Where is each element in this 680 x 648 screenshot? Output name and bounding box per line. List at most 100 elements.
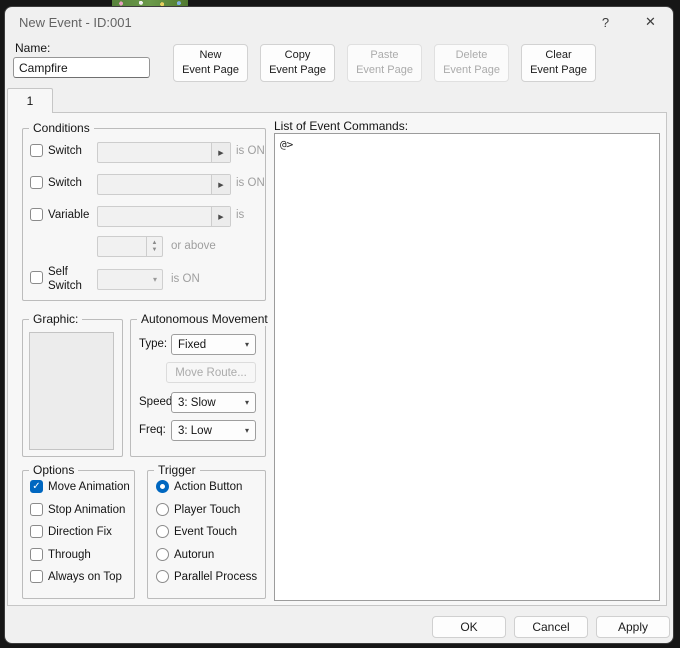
- variable-field: ▶: [97, 206, 231, 227]
- speed-value: 3: Slow: [178, 396, 216, 409]
- autonomous-movement-group: Autonomous Movement Type: Fixed ▾ Move R…: [130, 312, 272, 457]
- self-switch-checkbox-row: Self Switch: [30, 265, 92, 294]
- help-button[interactable]: ?: [583, 7, 628, 37]
- player-touch-radio[interactable]: [156, 503, 169, 516]
- conditions-title: Conditions: [29, 121, 94, 135]
- variable-browse-icon: ▶: [211, 207, 230, 226]
- paste-event-page-button: Paste Event Page: [347, 44, 422, 82]
- freq-label: Freq:: [139, 424, 166, 436]
- variable-label: Variable: [48, 208, 90, 221]
- new-event-dialog: New Event - ID:001 ? ✕ Name: New Event P…: [4, 6, 674, 644]
- type-value: Fixed: [178, 338, 207, 351]
- trigger-group: Trigger Action Button Player Touch Event…: [147, 463, 266, 599]
- delete-event-page-button: Delete Event Page: [434, 44, 509, 82]
- type-select[interactable]: Fixed ▾: [171, 334, 256, 355]
- graphic-group: Graphic:: [22, 312, 123, 457]
- spinner-arrows-icon: ▲ ▼: [146, 237, 162, 256]
- chevron-down-icon: ▾: [244, 426, 249, 435]
- options-title: Options: [29, 463, 79, 477]
- trigger-player-touch[interactable]: Player Touch: [156, 503, 240, 516]
- name-input[interactable]: [13, 57, 150, 78]
- trigger-title: Trigger: [154, 463, 200, 477]
- freq-select[interactable]: 3: Low ▾: [171, 420, 256, 441]
- switch2-field: ▶: [97, 174, 231, 195]
- switch1-checkbox-row: Switch: [30, 144, 82, 157]
- chevron-down-icon: ▾: [152, 275, 157, 284]
- name-label: Name:: [15, 41, 51, 55]
- speed-select[interactable]: 3: Slow ▾: [171, 392, 256, 413]
- option-label: Always on Top: [48, 570, 122, 583]
- switch2-checkbox-row: Switch: [30, 176, 82, 189]
- options-group: Options Move Animation Stop Animation Di…: [22, 463, 135, 599]
- option-label: Stop Animation: [48, 503, 126, 516]
- self-switch-select: ▾: [97, 269, 163, 290]
- autorun-radio[interactable]: [156, 548, 169, 561]
- event-commands-list[interactable]: @>: [274, 133, 660, 601]
- parallel-process-radio[interactable]: [156, 570, 169, 583]
- trigger-action-button[interactable]: Action Button: [156, 480, 242, 493]
- graphic-title: Graphic:: [29, 312, 83, 326]
- trigger-label: Event Touch: [174, 525, 238, 538]
- switch2-label: Switch: [48, 176, 82, 189]
- movement-title: Autonomous Movement: [137, 312, 272, 326]
- variable-value-suffix: or above: [171, 240, 216, 252]
- switch1-checkbox[interactable]: [30, 144, 43, 157]
- clear-event-page-button[interactable]: Clear Event Page: [521, 44, 596, 82]
- option-label: Move Animation: [48, 480, 130, 493]
- switch1-field: ▶: [97, 142, 231, 163]
- copy-event-page-button[interactable]: Copy Event Page: [260, 44, 335, 82]
- variable-suffix: is: [236, 209, 245, 221]
- trigger-label: Parallel Process: [174, 570, 258, 583]
- switch1-suffix: is ON: [236, 145, 265, 157]
- chevron-down-icon: ▾: [244, 398, 249, 407]
- direction-fix-checkbox[interactable]: [30, 525, 43, 538]
- option-label: Through: [48, 548, 91, 561]
- switch2-suffix: is ON: [236, 177, 265, 189]
- stop-animation-checkbox[interactable]: [30, 503, 43, 516]
- command-line[interactable]: @>: [275, 134, 659, 155]
- ok-button[interactable]: OK: [432, 616, 506, 638]
- switch1-label: Switch: [48, 144, 82, 157]
- option-through[interactable]: Through: [30, 548, 91, 561]
- freq-value: 3: Low: [178, 424, 212, 437]
- always-on-top-checkbox[interactable]: [30, 570, 43, 583]
- graphic-preview-box[interactable]: [29, 332, 114, 450]
- variable-checkbox-row: Variable: [30, 208, 89, 221]
- variable-value-spinner: ▲ ▼: [97, 236, 163, 257]
- move-animation-checkbox[interactable]: [30, 480, 43, 493]
- titlebar-buttons: ? ✕: [583, 7, 673, 37]
- event-touch-radio[interactable]: [156, 525, 169, 538]
- switch2-checkbox[interactable]: [30, 176, 43, 189]
- switch2-browse-icon: ▶: [211, 175, 230, 194]
- trigger-label: Action Button: [174, 480, 243, 493]
- variable-checkbox[interactable]: [30, 208, 43, 221]
- trigger-autorun[interactable]: Autorun: [156, 548, 214, 561]
- option-always-on-top[interactable]: Always on Top: [30, 570, 122, 583]
- close-button[interactable]: ✕: [628, 7, 673, 37]
- footer-buttons: OK Cancel Apply: [432, 616, 670, 638]
- self-switch-suffix: is ON: [171, 273, 200, 285]
- titlebar[interactable]: New Event - ID:001 ? ✕: [5, 7, 673, 37]
- event-page-panel: Conditions Switch ▶ is ON Switch ▶ is ON…: [7, 112, 667, 606]
- option-stop-animation[interactable]: Stop Animation: [30, 503, 125, 516]
- trigger-parallel-process[interactable]: Parallel Process: [156, 570, 257, 583]
- option-label: Direction Fix: [48, 525, 112, 538]
- through-checkbox[interactable]: [30, 548, 43, 561]
- new-event-page-button[interactable]: New Event Page: [173, 44, 248, 82]
- trigger-label: Player Touch: [174, 503, 241, 516]
- commands-label: List of Event Commands:: [274, 119, 409, 133]
- speed-label: Speed:: [139, 396, 176, 408]
- option-move-animation[interactable]: Move Animation: [30, 480, 130, 493]
- tab-page-1[interactable]: 1: [7, 88, 53, 113]
- action-button-radio[interactable]: [156, 480, 169, 493]
- move-route-button: Move Route...: [166, 362, 256, 383]
- trigger-event-touch[interactable]: Event Touch: [156, 525, 237, 538]
- type-label: Type:: [139, 338, 168, 350]
- self-switch-checkbox[interactable]: [30, 271, 43, 284]
- switch1-browse-icon: ▶: [211, 143, 230, 162]
- cancel-button[interactable]: Cancel: [514, 616, 588, 638]
- self-switch-label: Self Switch: [48, 266, 82, 293]
- apply-button[interactable]: Apply: [596, 616, 670, 638]
- option-direction-fix[interactable]: Direction Fix: [30, 525, 112, 538]
- page-button-row: New Event Page Copy Event Page Paste Eve…: [173, 44, 596, 82]
